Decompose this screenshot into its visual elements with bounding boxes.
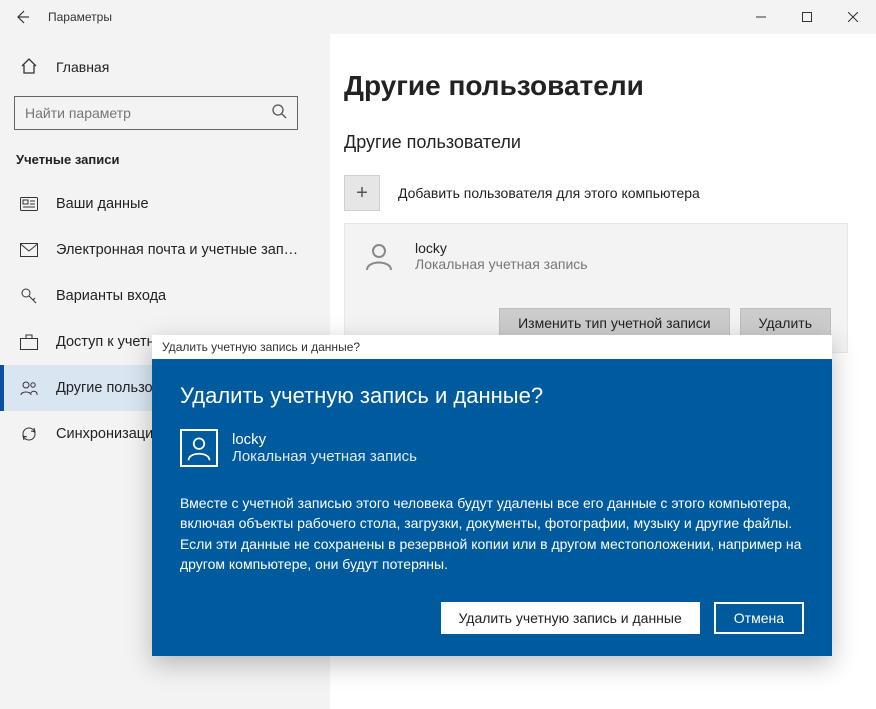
home-label: Главная <box>56 59 109 75</box>
dialog-body: Удалить учетную запись и данные? locky Л… <box>152 359 832 656</box>
dialog-user-type: Локальная учетная запись <box>232 448 417 465</box>
change-account-type-button[interactable]: Изменить тип учетной записи <box>499 308 729 338</box>
nav-signin-options[interactable]: Варианты входа <box>0 273 330 319</box>
back-button[interactable] <box>0 0 44 34</box>
dialog-heading: Удалить учетную запись и данные? <box>180 383 804 409</box>
close-icon <box>848 12 858 22</box>
arrow-left-icon <box>14 9 30 25</box>
window-title: Параметры <box>44 10 112 24</box>
nav-label: Ваши данные <box>56 196 149 212</box>
mail-icon <box>20 243 38 257</box>
page-heading: Другие пользователи <box>344 70 848 102</box>
minimize-button[interactable] <box>738 0 784 34</box>
home-link[interactable]: Главная <box>14 48 316 86</box>
delete-user-button[interactable]: Удалить <box>740 308 831 338</box>
sync-icon <box>20 425 38 443</box>
user-name: locky <box>415 240 588 256</box>
plus-icon: + <box>344 175 380 211</box>
avatar-icon <box>180 429 218 467</box>
search-input[interactable] <box>25 105 271 121</box>
nav-label: Электронная почта и учетные записи <box>56 242 306 258</box>
user-panel: locky Локальная учетная запись Изменить … <box>344 223 848 353</box>
cancel-button[interactable]: Отмена <box>714 602 804 634</box>
maximize-icon <box>802 12 812 22</box>
confirm-delete-button[interactable]: Удалить учетную запись и данные <box>441 602 700 634</box>
dialog-user-row: locky Локальная учетная запись <box>180 429 804 467</box>
close-button[interactable] <box>830 0 876 34</box>
minimize-icon <box>756 12 766 22</box>
window-controls <box>738 0 876 34</box>
add-user-row[interactable]: + Добавить пользователя для этого компью… <box>344 175 848 211</box>
search-box[interactable] <box>14 96 298 130</box>
avatar-icon <box>361 238 397 274</box>
maximize-button[interactable] <box>784 0 830 34</box>
nav-your-info[interactable]: Ваши данные <box>0 181 330 227</box>
delete-account-dialog: Удалить учетную запись и данные? Удалить… <box>152 335 832 656</box>
user-row[interactable]: locky Локальная учетная запись <box>361 238 831 274</box>
add-user-label: Добавить пользователя для этого компьюте… <box>398 185 700 201</box>
dialog-buttons: Удалить учетную запись и данные Отмена <box>180 602 804 634</box>
dialog-titlebar: Удалить учетную запись и данные? <box>152 335 832 359</box>
dialog-message: Вместе с учетной записью этого человека … <box>180 493 804 574</box>
section-title: Учетные записи <box>14 146 316 181</box>
search-icon <box>271 103 287 124</box>
briefcase-icon <box>20 334 38 350</box>
home-icon <box>20 57 38 78</box>
key-icon <box>20 287 38 305</box>
id-card-icon <box>20 197 38 211</box>
user-actions: Изменить тип учетной записи Удалить <box>361 308 831 338</box>
nav-label: Варианты входа <box>56 288 166 304</box>
titlebar: Параметры <box>0 0 876 34</box>
user-type: Локальная учетная запись <box>415 256 588 272</box>
dialog-user-name: locky <box>232 431 417 448</box>
people-icon <box>20 380 38 396</box>
section-heading: Другие пользователи <box>344 132 848 153</box>
nav-email-accounts[interactable]: Электронная почта и учетные записи <box>0 227 330 273</box>
